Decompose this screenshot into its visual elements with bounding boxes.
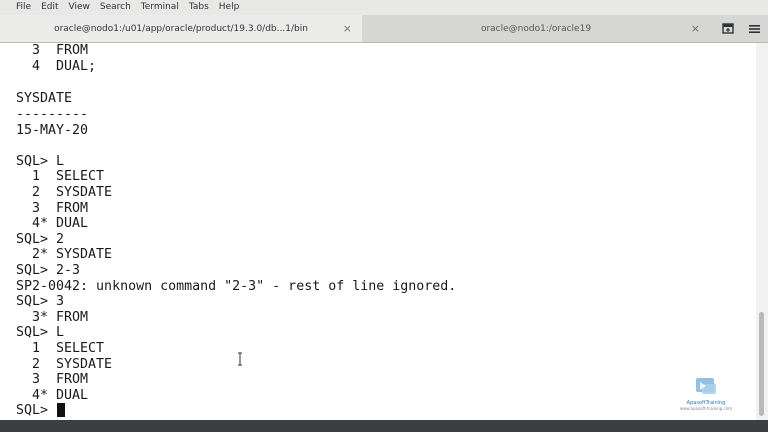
menu-file[interactable]: File — [0, 0, 36, 15]
text-cursor — [57, 403, 65, 417]
terminal-line: 2 SYSDATE — [16, 357, 113, 372]
menu-view[interactable]: View — [64, 0, 95, 15]
terminal-line: 3 FROM — [16, 201, 89, 216]
close-icon[interactable]: × — [343, 15, 352, 42]
menubar: File Edit View Search Terminal Tabs Help — [0, 0, 768, 15]
tab-label: oracle@nodo1:/oracle19 — [480, 23, 592, 34]
terminal-line: --------- — [16, 107, 89, 122]
close-icon[interactable]: × — [691, 15, 700, 42]
terminal-line: 4* DUAL — [16, 216, 89, 231]
terminal-line: 4* DUAL — [16, 388, 89, 403]
menu-terminal[interactable]: Terminal — [136, 0, 184, 15]
terminal-window: File Edit View Search Terminal Tabs Help… — [0, 0, 768, 420]
terminal-line: SQL> 2-3 — [16, 263, 81, 278]
terminal-line: 4 DUAL; — [16, 59, 97, 74]
tab-label: oracle@nodo1:/u01/app/oracle/product/19.… — [54, 23, 308, 34]
scrollbar-thumb[interactable] — [759, 312, 764, 416]
terminal-line: 3 FROM — [16, 372, 89, 387]
tab-oracle19[interactable]: oracle@nodo1:/oracle19 × — [362, 15, 710, 42]
terminal-output[interactable]: 3 FROM 4 DUAL; SYSDATE --------- 15-MAY-… — [0, 43, 756, 420]
terminal-line: SYSDATE — [16, 91, 73, 106]
terminal-line: SQL> L — [16, 154, 65, 169]
menu-tabs[interactable]: Tabs — [184, 0, 214, 15]
tab-bin[interactable]: oracle@nodo1:/u01/app/oracle/product/19.… — [0, 15, 362, 42]
terminal-line: SP2-0042: unknown command "2-3" - rest o… — [16, 279, 457, 294]
terminal-prompt: SQL> — [16, 403, 57, 418]
terminal-line: 15-MAY-20 — [16, 123, 89, 138]
hamburger-menu-icon — [748, 24, 760, 33]
new-tab-icon — [722, 23, 734, 34]
terminal-line: 2 SYSDATE — [16, 185, 113, 200]
mouse-ibeam-icon — [238, 352, 242, 366]
terminal-line: 2* SYSDATE — [16, 247, 113, 262]
menu-search[interactable]: Search — [95, 0, 136, 15]
terminal-line: SQL> 3 — [16, 294, 65, 309]
tab-bar: oracle@nodo1:/u01/app/oracle/product/19.… — [0, 15, 768, 43]
watermark-url: www.apasoft-training.com — [679, 406, 733, 411]
terminal-line: SQL> 2 — [16, 232, 65, 247]
menu-help[interactable]: Help — [214, 0, 245, 15]
terminal-line: 1 SELECT — [16, 169, 105, 184]
desktop-background — [0, 420, 768, 432]
terminal-line: 3* FROM — [16, 310, 89, 325]
hamburger-menu-button[interactable] — [744, 15, 764, 42]
terminal-line: 3 FROM — [16, 43, 89, 58]
menu-edit[interactable]: Edit — [36, 0, 63, 15]
terminal-line: 1 SELECT — [16, 341, 105, 356]
new-tab-button[interactable] — [718, 15, 738, 42]
terminal-line: SQL> L — [16, 325, 65, 340]
